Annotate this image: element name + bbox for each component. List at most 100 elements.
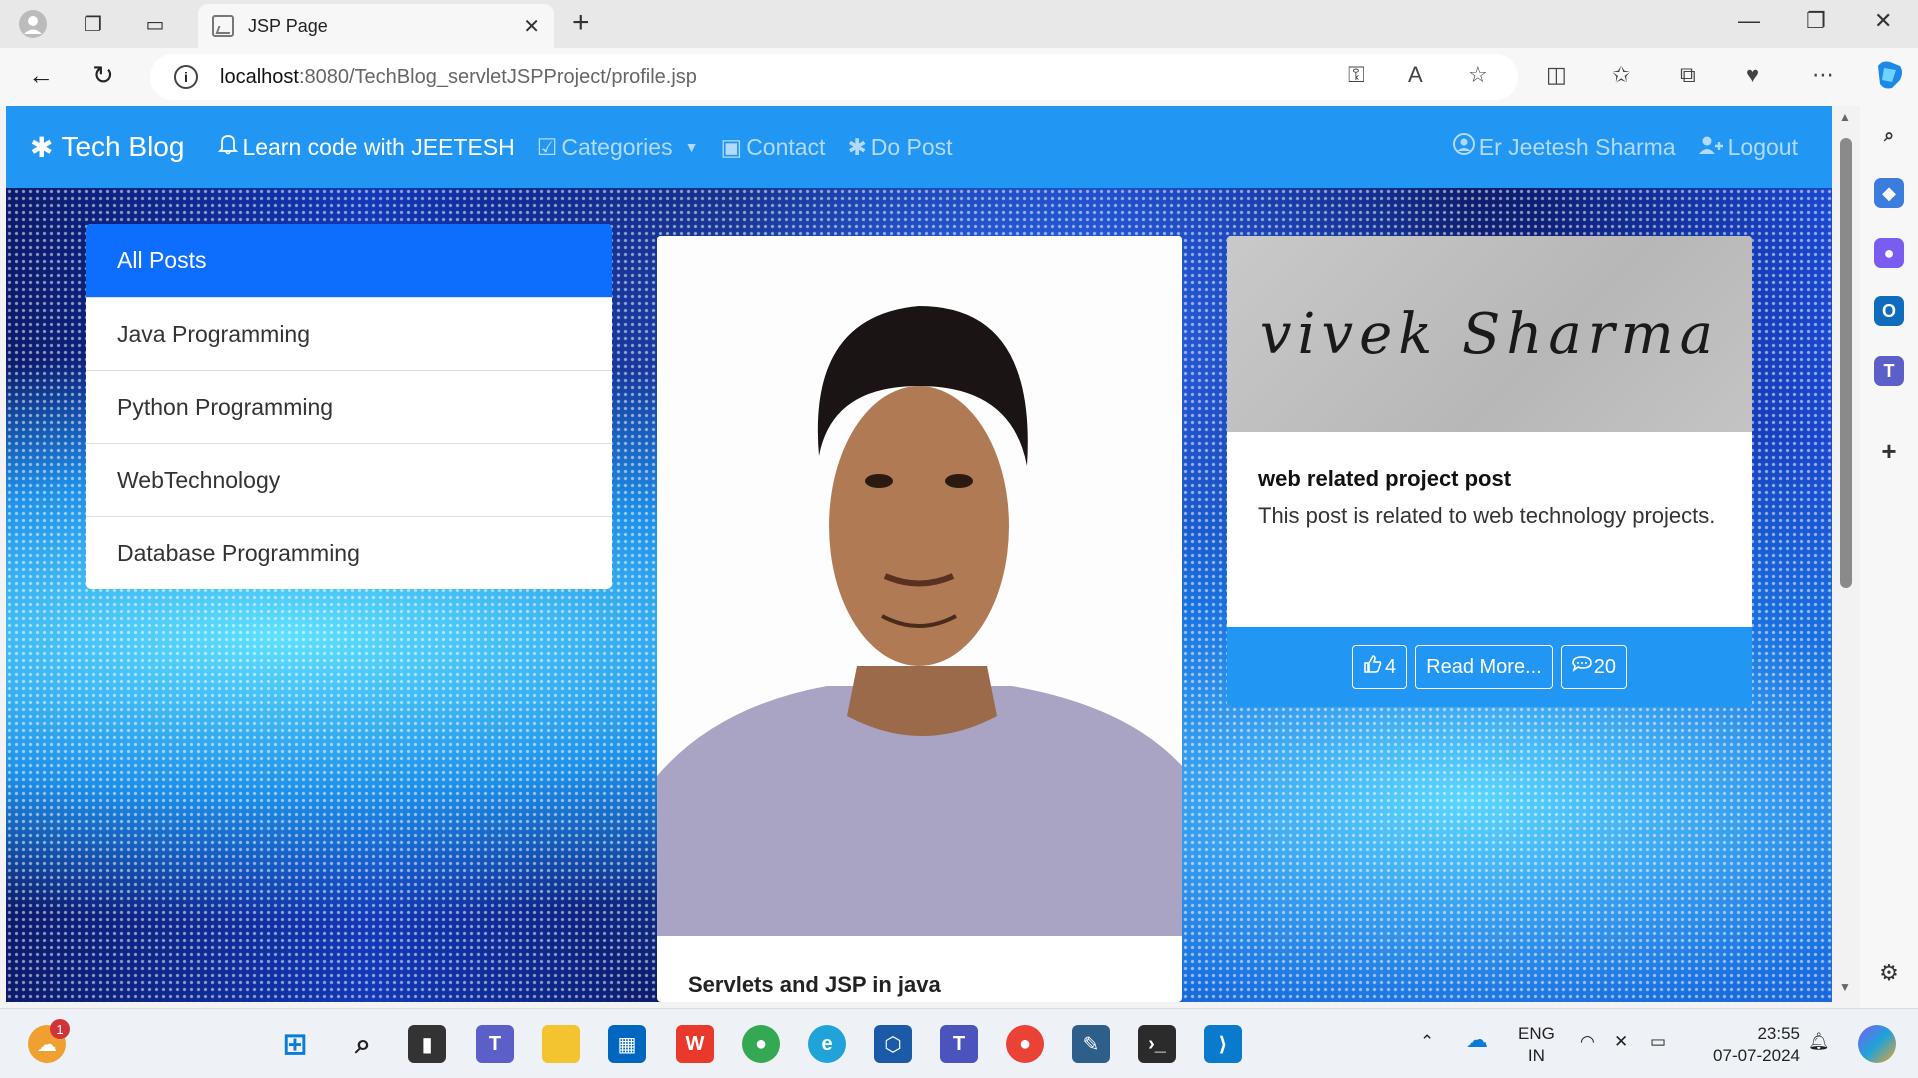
- category-item-webtech[interactable]: WebTechnology: [86, 443, 612, 516]
- category-list: All Posts Java Programming Python Progra…: [86, 224, 612, 589]
- add-sidebar-app-icon[interactable]: +: [1874, 436, 1904, 466]
- new-tab-icon[interactable]: +: [572, 6, 590, 40]
- refresh-icon[interactable]: ↻: [92, 60, 114, 91]
- page-scrollbar[interactable]: ▲ ▼: [1832, 106, 1860, 1002]
- back-icon[interactable]: ←: [28, 60, 54, 91]
- post-content: This post is related to web technology p…: [1258, 503, 1716, 528]
- wps-office-icon[interactable]: W: [676, 1025, 714, 1063]
- url-field[interactable]: i localhost:8080/TechBlog_servletJSPProj…: [150, 54, 1518, 100]
- show-hidden-icons-icon[interactable]: ⌃: [1420, 1031, 1434, 1053]
- shopping-icon[interactable]: ◆: [1874, 178, 1904, 208]
- more-options-icon[interactable]: ⋯: [1812, 62, 1834, 88]
- tab-actions-icon[interactable]: ▭: [134, 3, 176, 45]
- logout-link[interactable]: Logout: [1698, 134, 1798, 161]
- scroll-down-icon[interactable]: ▼: [1839, 980, 1851, 994]
- profile-icon[interactable]: [12, 3, 54, 45]
- teams-new-icon[interactable]: T: [940, 1025, 978, 1063]
- contact-card-icon: ▣: [720, 133, 743, 160]
- outlook-icon[interactable]: O: [1874, 296, 1904, 326]
- nav-contact-link[interactable]: ▣ Contact: [720, 134, 825, 161]
- restore-icon[interactable]: ❐: [1806, 8, 1826, 34]
- asterisk-icon: ✱: [847, 133, 867, 160]
- page-favicon-icon: [212, 15, 234, 37]
- wifi-icon[interactable]: ◠: [1580, 1031, 1595, 1053]
- tab-jsp-page[interactable]: JSP Page ✕: [198, 4, 554, 48]
- comment-button[interactable]: 20: [1560, 645, 1627, 689]
- search-icon[interactable]: ⌕: [344, 1025, 382, 1063]
- virtualbox-icon[interactable]: ⬡: [874, 1025, 912, 1063]
- user-plus-icon: [1698, 134, 1724, 161]
- search-icon[interactable]: ⌕: [1874, 120, 1904, 150]
- user-circle-icon: [1452, 133, 1475, 161]
- favorites-icon[interactable]: ✩: [1612, 62, 1630, 88]
- onedrive-icon[interactable]: ☁: [1466, 1029, 1488, 1051]
- nav-learn-label: Learn code with JEETESH: [242, 133, 515, 160]
- read-aloud-icon[interactable]: A: [1408, 62, 1423, 88]
- category-item-all-posts[interactable]: All Posts: [86, 224, 612, 297]
- user-profile-link[interactable]: Er Jeetesh Sharma: [1452, 133, 1676, 161]
- collections-icon[interactable]: ⧉: [1680, 62, 1696, 88]
- password-key-icon[interactable]: ⚿: [1348, 62, 1365, 88]
- nav-do-post-link[interactable]: ✱ Do Post: [847, 134, 952, 161]
- close-tab-icon[interactable]: ✕: [523, 14, 540, 39]
- category-item-java[interactable]: Java Programming: [86, 297, 612, 370]
- nav-learn-link[interactable]: Learn code with JEETESH: [218, 133, 515, 161]
- sidebar-settings-icon[interactable]: ⚙: [1874, 958, 1904, 988]
- mysql-workbench-icon[interactable]: ✎: [1072, 1025, 1110, 1063]
- vscode-icon[interactable]: ⟩: [1204, 1025, 1242, 1063]
- notifications-bell-icon[interactable]: 🔔︎: [1808, 1031, 1830, 1053]
- scrollbar-thumb[interactable]: [1840, 138, 1852, 588]
- battery-icon[interactable]: ▭: [1650, 1031, 1666, 1053]
- taskbar: ☁ 1 ⊞ ⌕ ▮ T ▦ W ● e ⬡ T ● ✎ ›_ ⟩ ⌃ ☁ ENG…: [0, 1008, 1918, 1078]
- asterisk-icon: ✱: [30, 131, 54, 163]
- post-body: web related project post This post is re…: [1227, 432, 1752, 534]
- workspaces-icon[interactable]: ❐: [72, 3, 114, 45]
- chrome-profile-icon[interactable]: ●: [1006, 1025, 1044, 1063]
- url-host: localhost: [220, 65, 299, 88]
- scroll-up-icon[interactable]: ▲: [1839, 110, 1851, 124]
- microsoft-store-icon[interactable]: ▦: [608, 1025, 646, 1063]
- site-info-icon[interactable]: i: [174, 65, 198, 89]
- post-title: Servlets and JSP in java: [688, 972, 941, 997]
- favorite-star-icon[interactable]: ☆: [1468, 62, 1488, 88]
- notification-badge: 1: [50, 1019, 70, 1039]
- close-window-icon[interactable]: ✕: [1874, 8, 1892, 34]
- chrome-icon[interactable]: ●: [742, 1025, 780, 1063]
- bell-icon: [218, 133, 239, 161]
- page-viewport: ✱ Tech Blog Learn code with JEETESH ☑ Ca…: [6, 106, 1832, 1002]
- category-item-database[interactable]: Database Programming: [86, 516, 612, 589]
- clock[interactable]: 23:55 07-07-2024: [1700, 1023, 1800, 1067]
- terminal-icon[interactable]: ›_: [1138, 1025, 1176, 1063]
- comment-count: 20: [1593, 655, 1616, 678]
- task-view-icon[interactable]: ▮: [408, 1025, 446, 1063]
- copilot-preview-icon[interactable]: [1858, 1025, 1896, 1063]
- comment-icon: [1571, 655, 1592, 679]
- clock-time: 23:55: [1757, 1024, 1800, 1043]
- read-more-button[interactable]: Read More...: [1415, 645, 1553, 689]
- copilot-icon[interactable]: [1872, 58, 1906, 98]
- split-screen-icon[interactable]: ◫: [1546, 62, 1567, 88]
- teams-icon[interactable]: T: [476, 1025, 514, 1063]
- navbar: ✱ Tech Blog Learn code with JEETESH ☑ Ca…: [6, 106, 1832, 188]
- edge-icon[interactable]: e: [808, 1025, 846, 1063]
- thumbs-up-icon: [1363, 654, 1383, 680]
- volume-muted-icon[interactable]: ✕: [1614, 1031, 1628, 1053]
- teams-icon[interactable]: T: [1874, 356, 1904, 386]
- post-image: vivek Sharma: [1227, 236, 1752, 432]
- brand-link[interactable]: ✱ Tech Blog: [30, 131, 184, 164]
- nav-categories-dropdown[interactable]: ☑ Categories ▼: [537, 134, 699, 161]
- check-square-icon: ☑: [536, 133, 558, 160]
- like-button[interactable]: 4: [1352, 645, 1408, 689]
- post-image: [657, 236, 1182, 936]
- logout-label: Logout: [1727, 133, 1798, 160]
- navbar-right: Er Jeetesh Sharma Logout: [1452, 106, 1798, 188]
- category-item-python[interactable]: Python Programming: [86, 370, 612, 443]
- nav-categories-label: Categories: [561, 133, 673, 160]
- language-indicator[interactable]: ENG IN: [1518, 1023, 1555, 1067]
- start-icon[interactable]: ⊞: [276, 1025, 314, 1063]
- file-explorer-icon[interactable]: [542, 1025, 580, 1063]
- minimize-icon[interactable]: —: [1738, 8, 1760, 34]
- url-path: :8080/TechBlog_servletJSPProject/profile…: [298, 65, 697, 88]
- browser-essentials-icon[interactable]: ♥: [1746, 62, 1759, 88]
- copilot-app-icon[interactable]: ●: [1874, 238, 1904, 268]
